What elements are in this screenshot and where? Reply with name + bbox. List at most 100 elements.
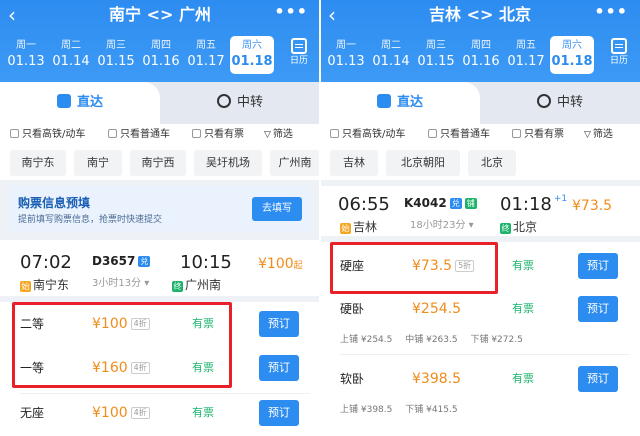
date-tab-mon[interactable]: 周一 01.13 [324,36,368,74]
filter-highspeed[interactable]: 只看高铁/动车 [10,128,85,142]
to-station: 终北京 [500,218,537,235]
date-week: 周二 [61,40,81,51]
date-tab-tue[interactable]: 周二 01.14 [49,36,93,74]
seat-row-hard-sleeper: 硬卧 ¥254.5 有票 预订 上铺 ¥254.5 中铺 ¥263.5 下铺 ¥… [320,296,640,348]
tab-direct-label: 直达 [396,95,423,110]
from-station: 始南宁东 [20,276,69,293]
arrive-time: 01:18 +1 [500,194,567,215]
date-tab-mon[interactable]: 周一 01.13 [4,36,48,74]
route-title: 吉林 <> 北京 [429,5,531,24]
tab-direct[interactable]: 直达 [320,82,480,124]
divider [20,393,310,394]
date-value: 01.18 [551,54,593,69]
section-gap [320,236,640,242]
berth-price: 下铺 ¥415.5 [405,405,458,415]
station-chip[interactable]: 北京朝阳 [386,150,460,176]
filter-bar: 只看高铁/动车 只看普通车 只看有票 ▽ 筛选 [320,124,640,146]
date-week: 周四 [471,40,491,51]
date-tab-wed[interactable]: 周三 01.15 [94,36,138,74]
book-button[interactable]: 预订 [578,296,618,322]
date-tab-fri[interactable]: 周五 01.17 [184,36,228,74]
seat-price: ¥160 4折 [92,357,150,379]
notice-subtitle: 提前填写购票信息，抢票时快速提交 [18,215,163,225]
right-screen: ‹ 吉林 <> 北京 ••• 周一 01.13 周二 01.14 周三 01.1… [320,0,640,436]
calendar-label: 日历 [609,56,628,66]
filter-available[interactable]: 只看有票 [512,128,564,142]
filter-normal[interactable]: 只看普通车 [108,128,170,142]
more-icon[interactable]: ••• [594,2,628,21]
calendar-button[interactable]: 日历 [604,36,634,68]
filter-button[interactable]: ▽ 筛选 [584,128,613,142]
filter-available[interactable]: 只看有票 [192,128,244,142]
seat-row-second-class: 二等 ¥100 4折 有票 预订 [0,311,320,341]
filter-bar: 只看高铁/动车 只看普通车 只看有票 ▽ 筛选 [0,124,320,146]
to-station-label: 广州南 [185,278,222,292]
filter-label: 只看高铁/动车 [342,129,406,140]
date-tab-thu[interactable]: 周四 01.16 [459,36,503,74]
exchange-badge: 兑 [449,198,462,209]
calendar-button[interactable]: 日历 [284,36,314,68]
tab-transfer[interactable]: 中转 [480,82,640,124]
station-chip[interactable]: 南宁西 [130,150,186,176]
seat-status: 有票 [512,259,534,272]
seat-price: ¥73.5 5折 [412,255,475,277]
date-tab-sat-selected[interactable]: 周六 01.18 [550,36,594,74]
date-value: 01.15 [97,54,135,69]
station-chip[interactable]: 吉林 [330,150,378,176]
station-chip[interactable]: 广州南 [270,150,320,176]
duration[interactable]: 18小时23分 ▾ [410,216,474,231]
prefill-button[interactable]: 去填写 [252,197,302,221]
station-chip[interactable]: 南宁 [74,150,122,176]
mode-tabs: 直达 中转 [320,82,640,124]
transfer-icon [216,94,231,108]
filter-normal[interactable]: 只看普通车 [428,128,490,142]
berth-price: 上铺 ¥398.5 [340,405,393,415]
filter-label: 筛选 [272,129,293,140]
to-station-label: 北京 [513,220,538,234]
station-chip[interactable]: 南宁东 [10,150,66,176]
discount-badge: 5折 [455,260,475,272]
checkbox-icon [10,129,19,138]
prefill-notice: 购票信息预填 提前填写购票信息，抢票时快速提交 去填写 [10,186,310,232]
calendar-label: 日历 [289,56,308,66]
train-number-text: D3657 [92,254,136,268]
book-button[interactable]: 预订 [259,311,299,337]
more-icon[interactable]: ••• [274,2,308,21]
seat-name: 硬卧 [340,302,365,316]
date-tab-thu[interactable]: 周四 01.16 [139,36,183,74]
station-chips: 南宁东 南宁 南宁西 吴圩机场 广州南 [0,150,320,178]
date-week: 周五 [196,40,216,51]
seat-name: 软卧 [340,372,365,386]
book-button[interactable]: 预订 [578,366,618,392]
book-button[interactable]: 预订 [259,355,299,381]
date-tab-sat-selected[interactable]: 周六 01.18 [230,36,274,74]
filter-highspeed[interactable]: 只看高铁/动车 [330,128,405,142]
filter-label: 筛选 [592,129,613,140]
date-strip: 周一 01.13 周二 01.14 周三 01.15 周四 01.16 周五 0… [0,36,320,76]
date-tab-tue[interactable]: 周二 01.14 [369,36,413,74]
seat-row-soft-sleeper: 软卧 ¥398.5 有票 预订 上铺 ¥398.5 下铺 ¥415.5 [320,366,640,418]
train-icon [56,94,71,108]
seat-price-value: ¥100 [92,316,128,332]
filter-button[interactable]: ▽ 筛选 [264,128,293,142]
duration[interactable]: 3小时13分 ▾ [92,274,149,289]
date-week: 周五 [516,40,536,51]
checkbox-icon [428,129,437,138]
station-chip[interactable]: 吴圩机场 [194,150,262,176]
lowest-price: ¥100起 [258,256,303,272]
book-button[interactable]: 预订 [578,253,618,279]
calendar-icon [291,38,307,54]
train-number: K4042 兑铺 [404,196,477,210]
funnel-icon: ▽ [264,130,271,140]
exchange-badge: 兑 [138,256,151,267]
station-chip[interactable]: 北京 [468,150,516,176]
panel-divider [319,0,321,436]
tab-transfer[interactable]: 中转 [160,82,320,124]
date-tab-fri[interactable]: 周五 01.17 [504,36,548,74]
book-button[interactable]: 预订 [259,400,299,426]
funnel-icon: ▽ [584,130,591,140]
berth-price: 中铺 ¥263.5 [405,335,458,345]
tab-direct[interactable]: 直达 [0,82,160,124]
checkbox-icon [512,129,521,138]
date-tab-wed[interactable]: 周三 01.15 [414,36,458,74]
